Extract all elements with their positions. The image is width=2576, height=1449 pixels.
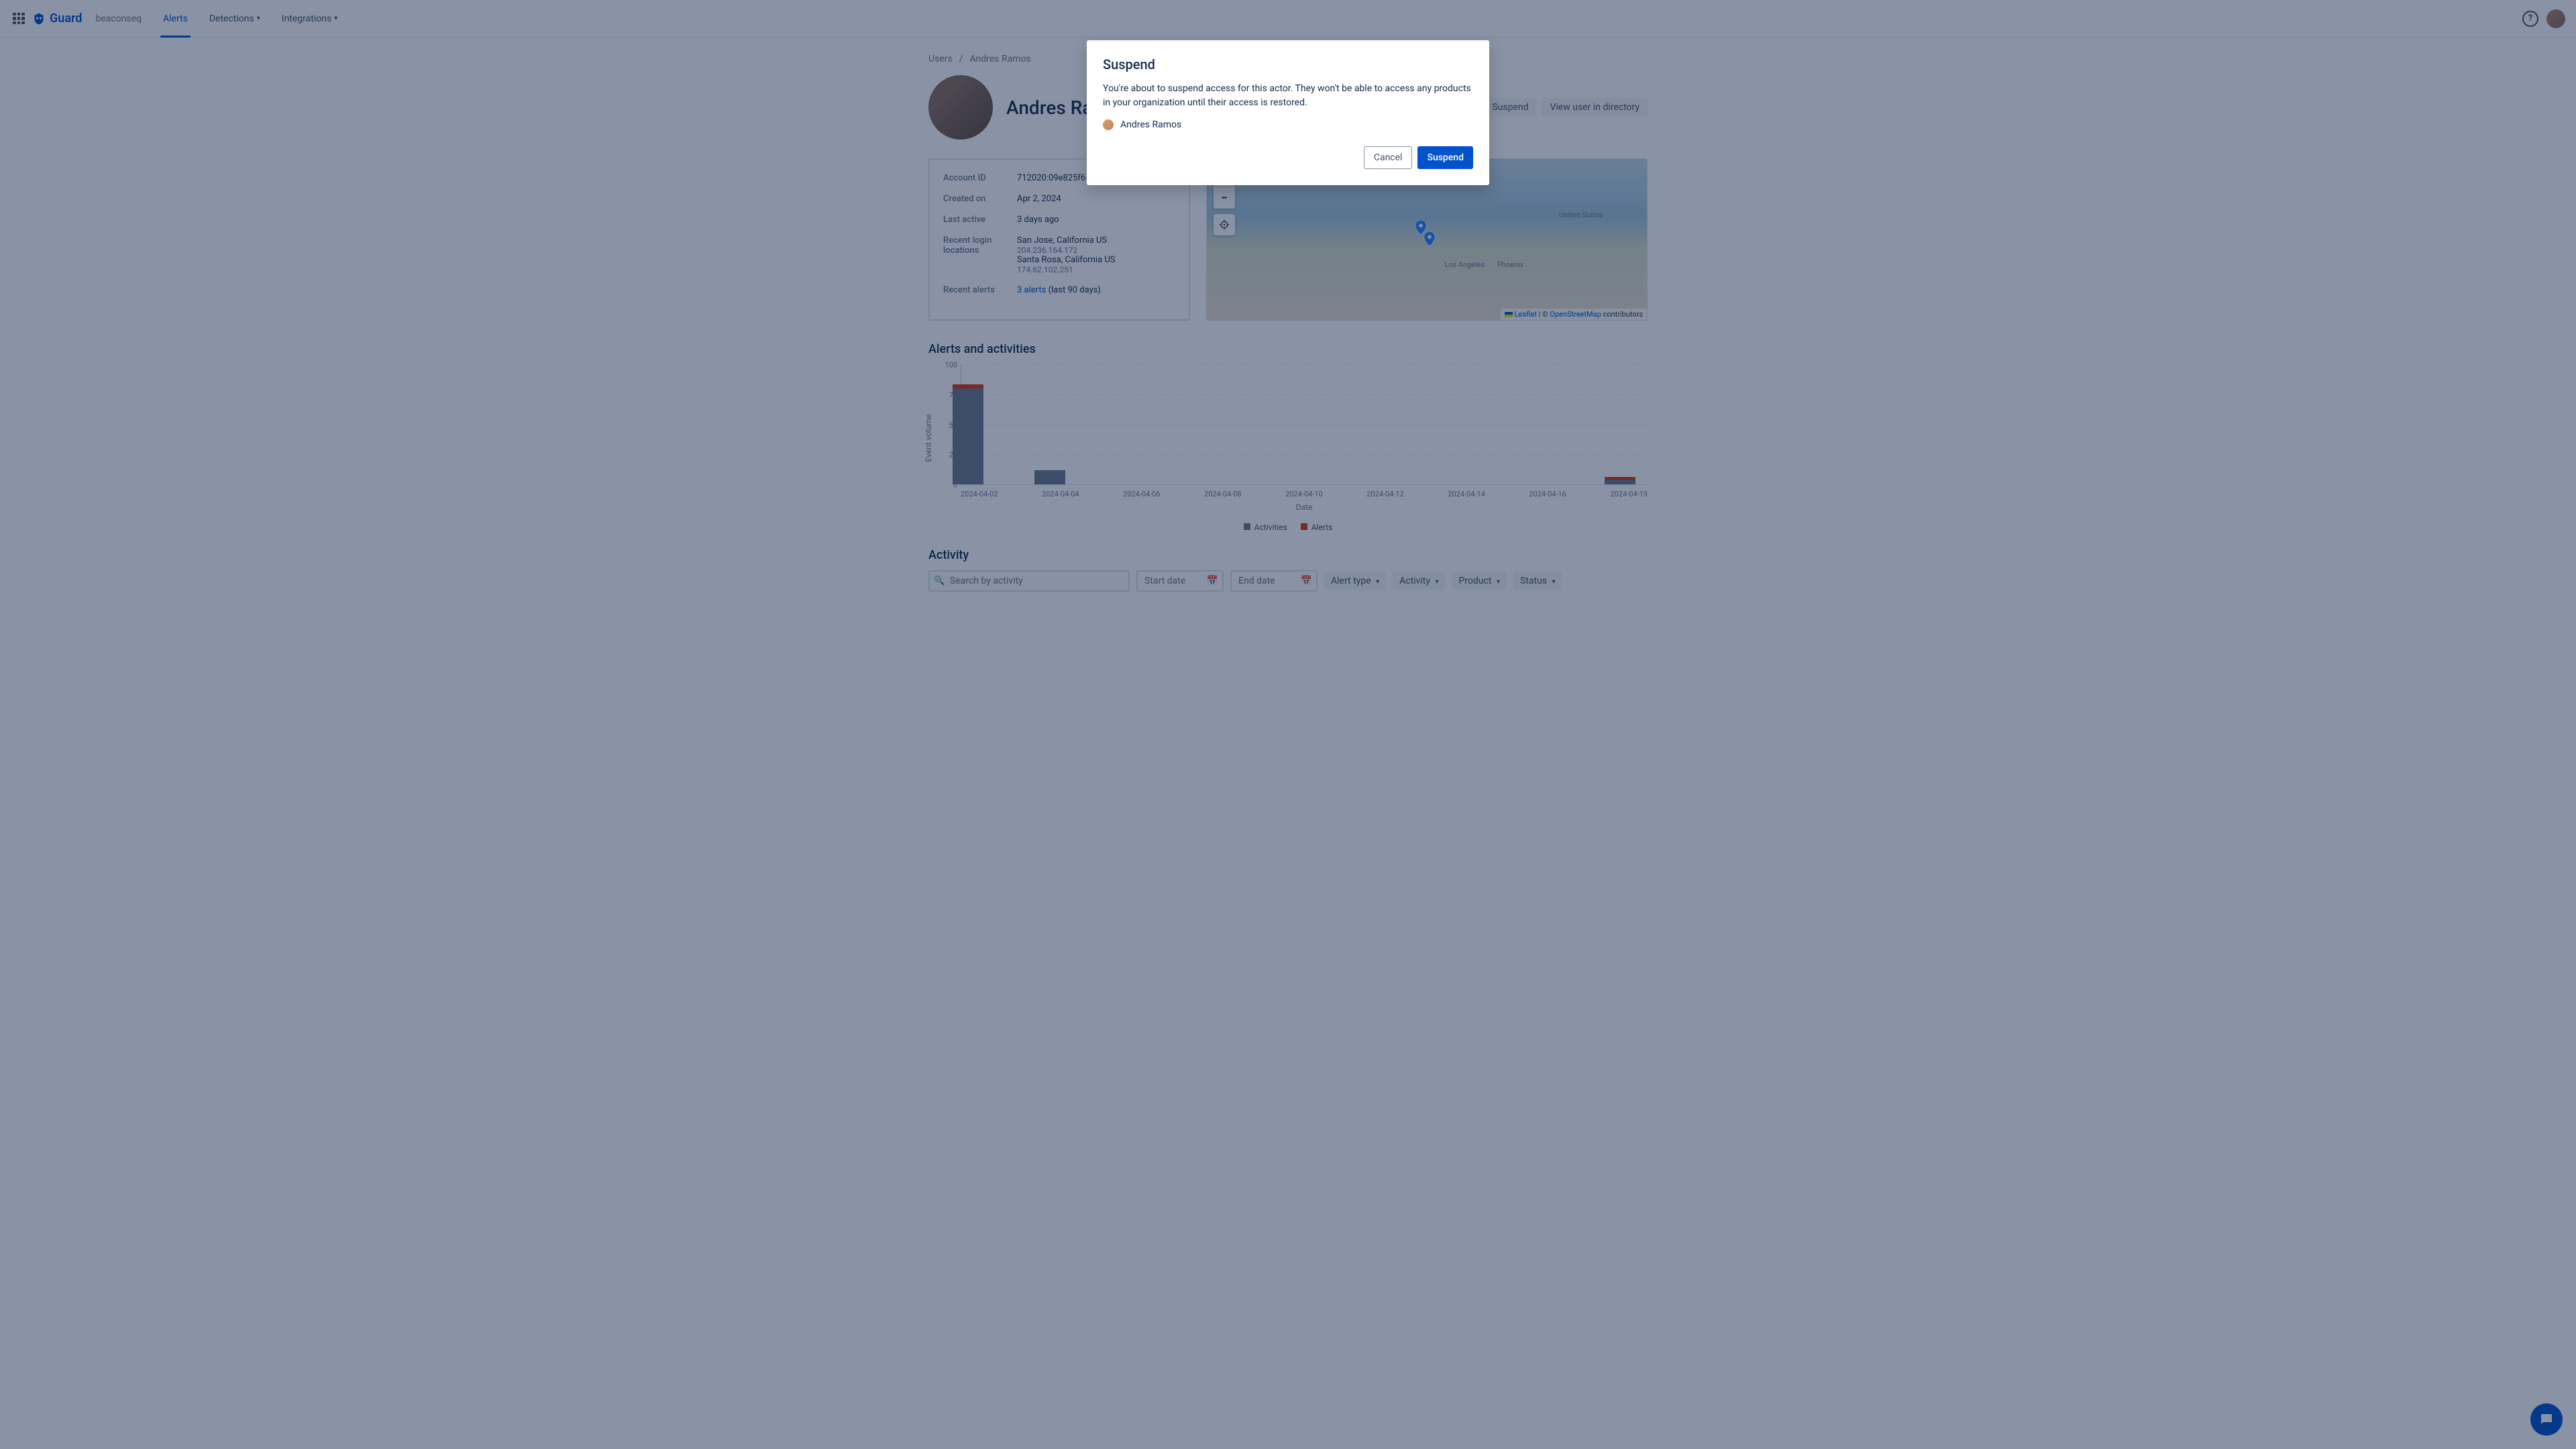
modal-cancel-button[interactable]: Cancel [1364, 146, 1413, 169]
suspend-modal: Suspend You're about to suspend access f… [1087, 40, 1489, 185]
modal-confirm-button[interactable]: Suspend [1417, 146, 1473, 169]
modal-user-name: Andres Ramos [1120, 119, 1181, 130]
modal-body: You're about to suspend access for this … [1103, 82, 1473, 110]
modal-user-avatar [1103, 119, 1114, 130]
modal-title: Suspend [1103, 56, 1473, 72]
modal-overlay[interactable] [0, 0, 2576, 1449]
